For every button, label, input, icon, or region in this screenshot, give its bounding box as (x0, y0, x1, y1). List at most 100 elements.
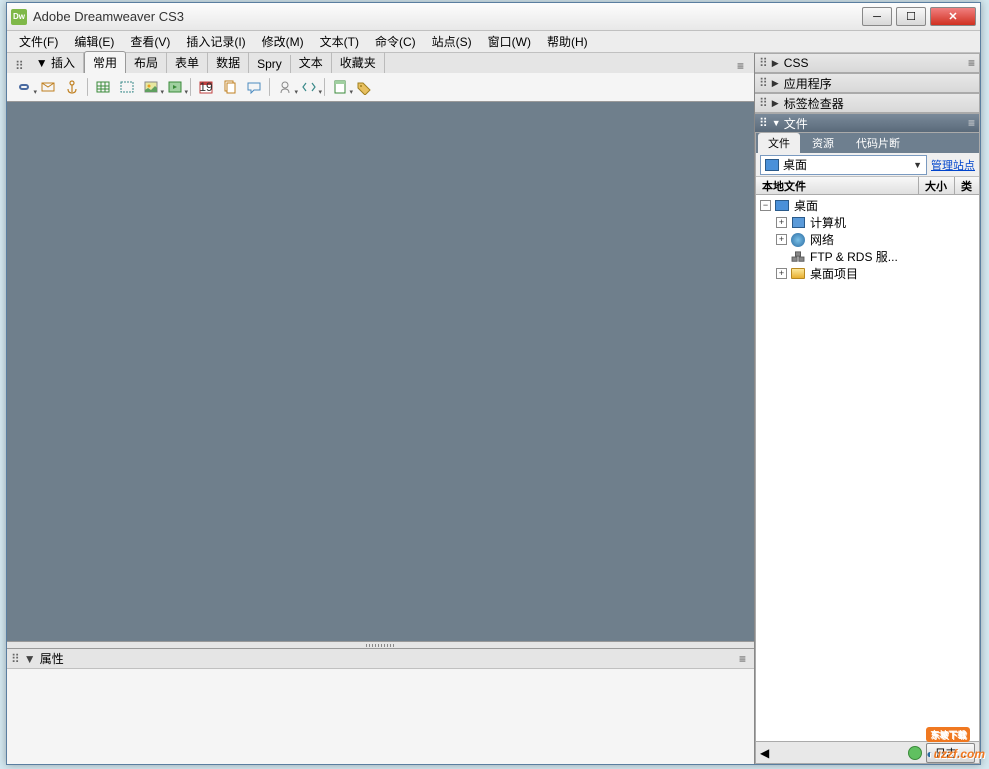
tree-item-computer[interactable]: + 计算机 (756, 214, 979, 231)
tags-panel-title: 标签检查器 (784, 95, 844, 112)
tree-item-network[interactable]: + 网络 (756, 231, 979, 248)
panel-menu-icon[interactable]: ≡ (968, 56, 975, 70)
tag-chooser-icon[interactable] (353, 76, 375, 98)
insert-tab-data[interactable]: 数据 (208, 52, 249, 73)
props-body (7, 669, 754, 764)
image-icon[interactable]: ▾ (140, 76, 162, 98)
insert-tab-common[interactable]: 常用 (84, 51, 126, 73)
expand-icon[interactable]: ▶ (772, 78, 780, 89)
expand-box-icon[interactable]: + (776, 268, 787, 279)
separator (324, 78, 325, 96)
scroll-left-icon[interactable]: ◀ (760, 746, 769, 760)
properties-panel: ⠿ ▼ 属性 ≡ (7, 649, 754, 764)
files-panel-body: 文件 资源 代码片断 桌面 ▼ 管理站点 本地文件 大小 类 (755, 133, 980, 764)
head-icon[interactable]: ▾ (274, 76, 296, 98)
tree-label: FTP & RDS 服... (810, 248, 898, 265)
tree-label: 桌面项目 (810, 265, 858, 282)
col-type[interactable]: 类 (955, 177, 979, 194)
svg-text:19: 19 (199, 80, 213, 94)
log-button[interactable]: 日志... (926, 743, 975, 763)
tree-label: 计算机 (810, 214, 846, 231)
expand-box-icon[interactable]: + (776, 217, 787, 228)
spacer (776, 251, 787, 262)
manage-sites-link[interactable]: 管理站点 (931, 157, 975, 173)
panel-drag-handle[interactable] (7, 641, 754, 649)
server-include-icon[interactable] (219, 76, 241, 98)
panel-handle-icon[interactable]: ⠿ (759, 56, 768, 70)
insert-tab-layout[interactable]: 布局 (126, 52, 167, 73)
menubar: 文件(F) 编辑(E) 查看(V) 插入记录(I) 修改(M) 文本(T) 命令… (7, 31, 980, 53)
insert-tab-forms[interactable]: 表单 (167, 52, 208, 73)
insert-tab-favorites[interactable]: 收藏夹 (332, 52, 385, 73)
tree-root-desktop[interactable]: − 桌面 (756, 197, 979, 214)
menu-window[interactable]: 窗口(W) (480, 31, 539, 52)
tree-label: 桌面 (794, 197, 818, 214)
panel-handle-icon[interactable]: ⠿ (759, 96, 768, 110)
script-icon[interactable]: ▾ (298, 76, 320, 98)
app-title: Adobe Dreamweaver CS3 (33, 9, 862, 24)
insert-tab-spry[interactable]: Spry (249, 55, 291, 73)
file-tree: − 桌面 + 计算机 + 网络 (756, 195, 979, 741)
insert-toolbar: ▾ ▾ ▾ 19 ▾ ▾ ▾ (7, 73, 754, 101)
app-icon: Dw (11, 9, 27, 25)
templates-icon[interactable]: ▾ (329, 76, 351, 98)
menu-text[interactable]: 文本(T) (312, 31, 367, 52)
date-icon[interactable]: 19 (195, 76, 217, 98)
expand-box-icon[interactable]: + (776, 234, 787, 245)
ftp-server-icon (790, 250, 806, 264)
expand-icon[interactable]: ▶ (772, 58, 780, 69)
files-tab-assets[interactable]: 资源 (802, 133, 844, 153)
close-button[interactable]: ✕ (930, 7, 976, 26)
menu-commands[interactable]: 命令(C) (367, 31, 424, 52)
menu-modify[interactable]: 修改(M) (254, 31, 312, 52)
tree-item-ftp[interactable]: FTP & RDS 服... (756, 248, 979, 265)
collapse-icon[interactable]: ▼ (772, 118, 780, 128)
insert-menu-icon[interactable]: ≡ (731, 59, 750, 73)
media-icon[interactable]: ▾ (164, 76, 186, 98)
menu-edit[interactable]: 编辑(E) (66, 31, 122, 52)
named-anchor-icon[interactable] (61, 76, 83, 98)
network-icon (790, 233, 806, 247)
site-selected-label: 桌面 (783, 156, 807, 173)
panel-menu-icon[interactable]: ≡ (968, 116, 975, 130)
site-dropdown[interactable]: 桌面 ▼ (760, 155, 927, 175)
apps-panel-header[interactable]: ⠿ ▶ 应用程序 (755, 73, 980, 93)
props-menu-icon[interactable]: ≡ (735, 652, 750, 666)
tags-panel-header[interactable]: ⠿ ▶ 标签检查器 (755, 93, 980, 113)
insert-handle-icon[interactable]: ⠿ (11, 59, 28, 73)
files-panel-header[interactable]: ⠿ ▼ 文件 ≡ (755, 113, 980, 133)
titlebar[interactable]: Dw Adobe Dreamweaver CS3 ─ ☐ ✕ (7, 3, 980, 31)
props-collapse-icon[interactable]: ▼ (24, 652, 36, 666)
col-size[interactable]: 大小 (919, 177, 955, 194)
tree-item-desktop-items[interactable]: + 桌面项目 (756, 265, 979, 282)
h-scrollbar[interactable] (773, 745, 904, 761)
menu-file[interactable]: 文件(F) (11, 31, 66, 52)
comment-icon[interactable] (243, 76, 265, 98)
maximize-button[interactable]: ☐ (896, 7, 926, 26)
menu-insert[interactable]: 插入记录(I) (178, 31, 253, 52)
ready-status-icon (908, 746, 922, 760)
menu-help[interactable]: 帮助(H) (539, 31, 596, 52)
menu-site[interactable]: 站点(S) (424, 31, 480, 52)
expand-icon[interactable]: ▶ (772, 98, 780, 109)
css-panel-header[interactable]: ⠿ ▶ CSS ≡ (755, 53, 980, 73)
collapse-box-icon[interactable]: − (760, 200, 771, 211)
files-tab-snippets[interactable]: 代码片断 (846, 133, 910, 153)
minimize-button[interactable]: ─ (862, 7, 892, 26)
folder-icon (790, 267, 806, 281)
props-handle-icon[interactable]: ⠿ (11, 652, 20, 666)
files-tab-files[interactable]: 文件 (758, 133, 800, 153)
col-local-files[interactable]: 本地文件 (756, 177, 919, 194)
files-panel-title: 文件 (784, 115, 808, 132)
hyperlink-icon[interactable]: ▾ (13, 76, 35, 98)
menu-view[interactable]: 查看(V) (122, 31, 178, 52)
table-icon[interactable] (92, 76, 114, 98)
insert-tab-text[interactable]: 文本 (291, 52, 332, 73)
insert-label[interactable]: ▼ 插入 (28, 52, 84, 73)
file-list-header: 本地文件 大小 类 (756, 177, 979, 195)
panel-handle-icon[interactable]: ⠿ (759, 76, 768, 90)
apps-panel-title: 应用程序 (784, 75, 832, 92)
panel-handle-icon[interactable]: ⠿ (759, 116, 768, 130)
email-link-icon[interactable] (37, 76, 59, 98)
div-icon[interactable] (116, 76, 138, 98)
